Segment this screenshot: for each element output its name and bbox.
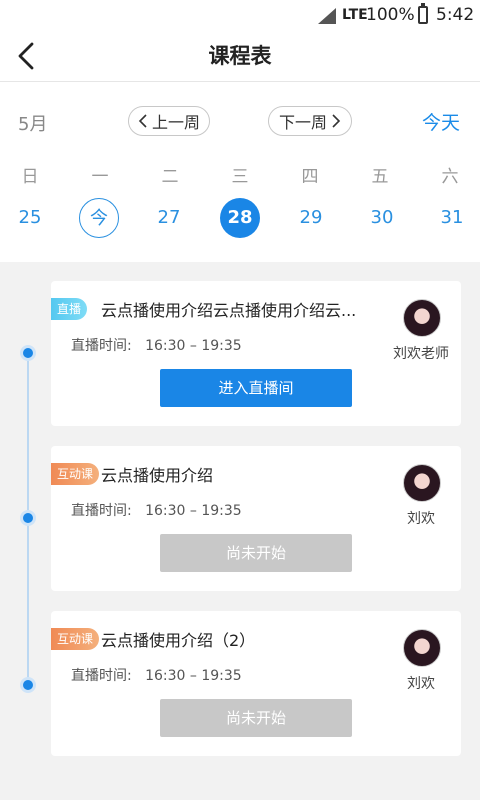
weekday-label: 一 xyxy=(91,167,109,187)
weekday-label: 日 xyxy=(21,167,39,187)
enter-live-button[interactable]: 进入直播间 xyxy=(160,369,352,407)
not-started-button: 尚未开始 xyxy=(160,699,352,737)
battery-icon xyxy=(418,3,428,24)
next-week-button[interactable]: 下一周 xyxy=(268,106,352,136)
page-title: 课程表 xyxy=(208,44,272,68)
course-time: 直播时间: 16:30 – 19:35 xyxy=(71,500,242,520)
teacher-name: 刘欢 xyxy=(407,676,435,692)
prev-week-label: 上一周 xyxy=(151,113,200,132)
time-label: 直播时间: xyxy=(71,668,132,684)
time-label: 直播时间: xyxy=(71,338,132,354)
course-type-badge: 互动课 xyxy=(51,463,100,485)
course-card[interactable]: 互动课 云点播使用介绍 直播时间: 16:30 – 19:35 刘欢 尚未开始 xyxy=(51,446,461,591)
week-calendar: 5月 上一周 下一周 今天 日 一 二 三 四 五 六 25 今 27 28 2… xyxy=(0,82,480,262)
prev-week-button[interactable]: 上一周 xyxy=(128,106,210,136)
date-cell-today[interactable]: 今 xyxy=(79,198,119,238)
timeline-dot xyxy=(20,345,36,361)
chevron-right-icon xyxy=(332,114,341,128)
date-cell[interactable]: 31 xyxy=(432,198,472,238)
date-cell[interactable]: 30 xyxy=(362,198,402,238)
date-cell[interactable]: 25 xyxy=(10,198,50,238)
course-title: 云点播使用介绍 xyxy=(101,466,214,485)
next-week-label: 下一周 xyxy=(278,113,327,132)
date-cell[interactable]: 27 xyxy=(149,198,189,238)
teacher-name: 刘欢 xyxy=(407,511,435,527)
date-cell[interactable]: 29 xyxy=(291,198,331,238)
date-cell-selected[interactable]: 28 xyxy=(220,198,260,238)
time-label: 直播时间: xyxy=(71,503,132,519)
weekday-label: 六 xyxy=(441,167,459,187)
timeline-dot xyxy=(20,510,36,526)
course-type-badge: 互动课 xyxy=(51,628,100,650)
clock: 5:42 xyxy=(436,5,475,25)
app-header: 课程表 xyxy=(0,30,480,82)
month-label: 5月 xyxy=(18,114,48,135)
signal-icon xyxy=(318,8,336,24)
weekday-label: 二 xyxy=(161,167,179,187)
teacher-name: 刘欢老师 xyxy=(393,346,449,362)
course-title: 云点播使用介绍（2） xyxy=(101,631,256,650)
course-card[interactable]: 直播 云点播使用介绍云点播使用介绍云... 直播时间: 16:30 – 19:3… xyxy=(51,281,461,426)
time-value: 16:30 – 19:35 xyxy=(145,503,242,519)
timeline-dot xyxy=(20,677,36,693)
status-bar: LTE 100% 5:42 xyxy=(0,0,480,30)
teacher-avatar xyxy=(403,299,441,337)
course-time: 直播时间: 16:30 – 19:35 xyxy=(71,335,242,355)
course-title: 云点播使用介绍云点播使用介绍云... xyxy=(101,301,357,320)
weekday-label: 四 xyxy=(301,167,319,187)
weekday-label: 三 xyxy=(231,167,249,187)
time-value: 16:30 – 19:35 xyxy=(145,338,242,354)
teacher-avatar xyxy=(403,464,441,502)
course-time: 直播时间: 16:30 – 19:35 xyxy=(71,665,242,685)
time-value: 16:30 – 19:35 xyxy=(145,668,242,684)
weekday-label: 五 xyxy=(371,167,389,187)
teacher-avatar xyxy=(403,629,441,667)
not-started-button: 尚未开始 xyxy=(160,534,352,572)
battery-percent: 100% xyxy=(366,5,415,25)
chevron-left-icon xyxy=(138,114,147,128)
course-type-badge: 直播 xyxy=(51,298,88,320)
course-card[interactable]: 互动课 云点播使用介绍（2） 直播时间: 16:30 – 19:35 刘欢 尚未… xyxy=(51,611,461,756)
network-type: LTE xyxy=(342,7,368,23)
today-button[interactable]: 今天 xyxy=(422,108,460,135)
